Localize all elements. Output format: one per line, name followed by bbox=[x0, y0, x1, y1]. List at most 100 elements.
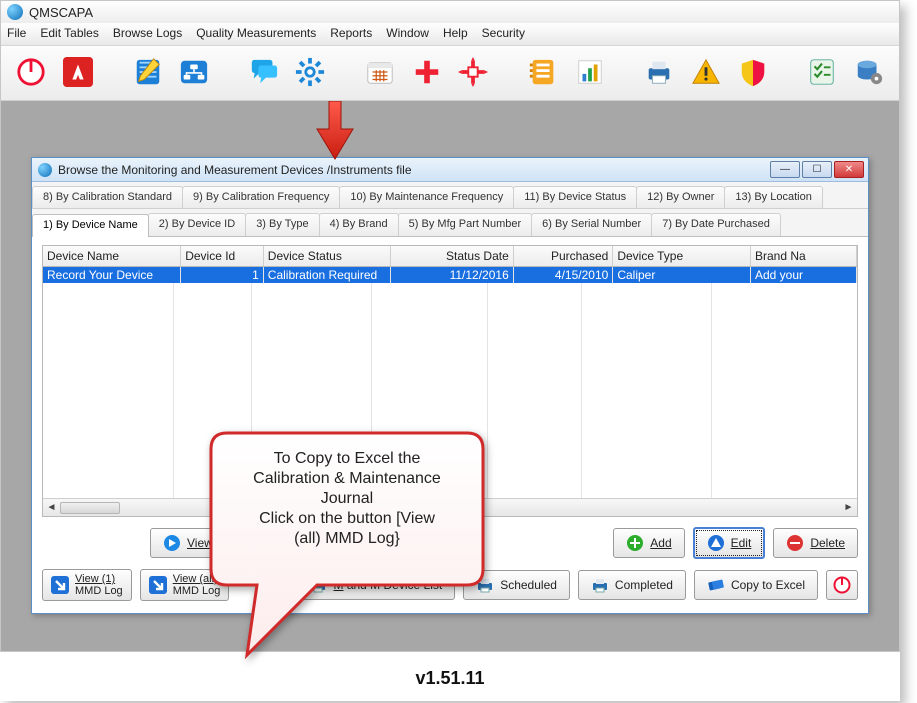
close-button[interactable]: ✕ bbox=[834, 161, 864, 178]
view-all-mmd-log-button[interactable]: View (all) MMD Log bbox=[140, 569, 230, 601]
col-brand-name[interactable]: Brand Na bbox=[751, 246, 857, 267]
child-titlebar[interactable]: Browse the Monitoring and Measurement De… bbox=[32, 158, 868, 182]
bar-chart-icon[interactable] bbox=[573, 54, 606, 90]
mdi-area: Browse the Monitoring and Measurement De… bbox=[1, 101, 899, 651]
warning-icon[interactable] bbox=[690, 54, 723, 90]
scheduled-label: Scheduled bbox=[500, 578, 557, 592]
arrow-down-right-icon bbox=[51, 576, 69, 594]
view-button-label: View bbox=[187, 536, 213, 550]
edit-button[interactable]: Edit bbox=[693, 527, 766, 559]
tab-by-calibration-standard[interactable]: 8) By Calibration Standard bbox=[32, 186, 183, 208]
view-button[interactable]: View bbox=[150, 528, 226, 558]
edit-triangle-icon bbox=[707, 534, 725, 552]
app-title: QMSCAPA bbox=[29, 5, 93, 20]
printer-icon bbox=[309, 576, 327, 594]
horizontal-scrollbar[interactable]: ◄ ► bbox=[43, 498, 857, 516]
bottom-button-row: View (1) MMD Log View (all) MMD Log bbox=[32, 565, 868, 613]
copy-excel-label: Copy to Excel bbox=[731, 578, 805, 592]
scheduled-button[interactable]: Scheduled bbox=[463, 570, 570, 600]
cell-brand: Add your bbox=[751, 267, 857, 284]
copy-to-excel-button[interactable]: Copy to Excel bbox=[694, 570, 818, 600]
scroll-thumb[interactable] bbox=[60, 502, 120, 514]
crud-button-row: View Add Edit bbox=[32, 517, 868, 565]
maximize-button[interactable]: ☐ bbox=[802, 161, 832, 178]
col-purchased[interactable]: Purchased bbox=[513, 246, 613, 267]
power-icon bbox=[833, 576, 851, 594]
cell-device-type: Caliper bbox=[613, 267, 751, 284]
menu-reports[interactable]: Reports bbox=[330, 26, 372, 40]
view-arrow-icon bbox=[163, 534, 181, 552]
plus-icon[interactable] bbox=[410, 54, 443, 90]
completed-button[interactable]: Completed bbox=[578, 570, 686, 600]
contacts-icon[interactable] bbox=[527, 54, 560, 90]
adobe-icon[interactable] bbox=[62, 54, 95, 90]
version-label: v1.51.11 bbox=[0, 652, 900, 701]
child-window: Browse the Monitoring and Measurement De… bbox=[31, 157, 869, 614]
cell-device-id: 1 bbox=[181, 267, 264, 284]
org-chart-icon[interactable] bbox=[178, 54, 211, 90]
edit-button-label: Edit bbox=[731, 536, 752, 550]
child-power-button[interactable] bbox=[826, 570, 858, 600]
expand-icon[interactable] bbox=[457, 54, 490, 90]
grid-header-row: Device Name Device Id Device Status Stat… bbox=[43, 246, 857, 267]
checklist-icon[interactable] bbox=[806, 54, 839, 90]
database-gear-icon[interactable] bbox=[853, 54, 886, 90]
tab-by-device-name[interactable]: 1) By Device Name bbox=[32, 214, 149, 237]
scroll-track[interactable] bbox=[60, 500, 840, 516]
col-device-type[interactable]: Device Type bbox=[613, 246, 751, 267]
screenshot-frame: QMSCAPA File Edit Tables Browse Logs Qua… bbox=[0, 0, 900, 701]
add-button-label: Add bbox=[650, 536, 671, 550]
tab-by-location[interactable]: 13) By Location bbox=[724, 186, 822, 208]
printer-icon bbox=[591, 576, 609, 594]
chat-icon[interactable] bbox=[248, 54, 281, 90]
device-grid[interactable]: Device Name Device Id Device Status Stat… bbox=[42, 245, 858, 517]
cell-status-date: 11/12/2016 bbox=[390, 267, 513, 284]
menu-security[interactable]: Security bbox=[482, 26, 525, 40]
red-arrow-annotation bbox=[315, 101, 355, 161]
col-device-id[interactable]: Device Id bbox=[181, 246, 264, 267]
menu-file[interactable]: File bbox=[7, 26, 26, 40]
tickets-icon bbox=[707, 576, 725, 594]
tab-by-mfg-part-number[interactable]: 5) By Mfg Part Number bbox=[398, 213, 532, 236]
menu-browse-logs[interactable]: Browse Logs bbox=[113, 26, 182, 40]
col-device-status[interactable]: Device Status bbox=[263, 246, 390, 267]
printer-icon[interactable] bbox=[643, 54, 676, 90]
col-device-name[interactable]: Device Name bbox=[43, 246, 181, 267]
menu-window[interactable]: Window bbox=[386, 26, 429, 40]
shield-icon[interactable] bbox=[736, 54, 769, 90]
mm-device-list-button[interactable]: M and M Device List bbox=[296, 570, 455, 600]
minimize-button[interactable]: — bbox=[770, 161, 800, 178]
menubar: File Edit Tables Browse Logs Quality Mea… bbox=[1, 23, 899, 46]
menu-quality-measurements[interactable]: Quality Measurements bbox=[196, 26, 316, 40]
scroll-right-button[interactable]: ► bbox=[840, 500, 857, 516]
power-icon[interactable] bbox=[15, 54, 48, 90]
cell-device-status: Calibration Required bbox=[263, 267, 390, 284]
tab-by-device-id[interactable]: 2) By Device ID bbox=[148, 213, 246, 236]
tab-by-calibration-frequency[interactable]: 9) By Calibration Frequency bbox=[182, 186, 340, 208]
notebook-icon[interactable] bbox=[131, 54, 164, 90]
tab-by-serial-number[interactable]: 6) By Serial Number bbox=[531, 213, 652, 236]
menu-help[interactable]: Help bbox=[443, 26, 468, 40]
menu-edit-tables[interactable]: Edit Tables bbox=[40, 26, 98, 40]
cell-purchased: 4/15/2010 bbox=[513, 267, 613, 284]
child-title: Browse the Monitoring and Measurement De… bbox=[58, 163, 412, 177]
grid-row-selected[interactable]: Record Your Device 1 Calibration Require… bbox=[43, 267, 857, 284]
gear-icon[interactable] bbox=[294, 54, 327, 90]
arrow-down-right-icon bbox=[149, 576, 167, 594]
tab-by-brand[interactable]: 4) By Brand bbox=[319, 213, 399, 236]
delete-button[interactable]: Delete bbox=[773, 528, 858, 558]
child-window-icon bbox=[38, 163, 52, 177]
scroll-left-button[interactable]: ◄ bbox=[43, 500, 60, 516]
tabs-row-upper: 8) By Calibration Standard 9) By Calibra… bbox=[32, 182, 868, 209]
tab-by-device-status[interactable]: 11) By Device Status bbox=[513, 186, 637, 208]
view-one-mmd-log-button[interactable]: View (1) MMD Log bbox=[42, 569, 132, 601]
delete-button-label: Delete bbox=[810, 536, 845, 550]
calendar-icon[interactable] bbox=[364, 54, 397, 90]
tab-by-maintenance-frequency[interactable]: 10) By Maintenance Frequency bbox=[339, 186, 514, 208]
tab-by-type[interactable]: 3) By Type bbox=[245, 213, 319, 236]
tab-by-date-purchased[interactable]: 7) By Date Purchased bbox=[651, 213, 781, 236]
col-status-date[interactable]: Status Date bbox=[390, 246, 513, 267]
printer-icon bbox=[476, 576, 494, 594]
add-button[interactable]: Add bbox=[613, 528, 684, 558]
tab-by-owner[interactable]: 12) By Owner bbox=[636, 186, 725, 208]
